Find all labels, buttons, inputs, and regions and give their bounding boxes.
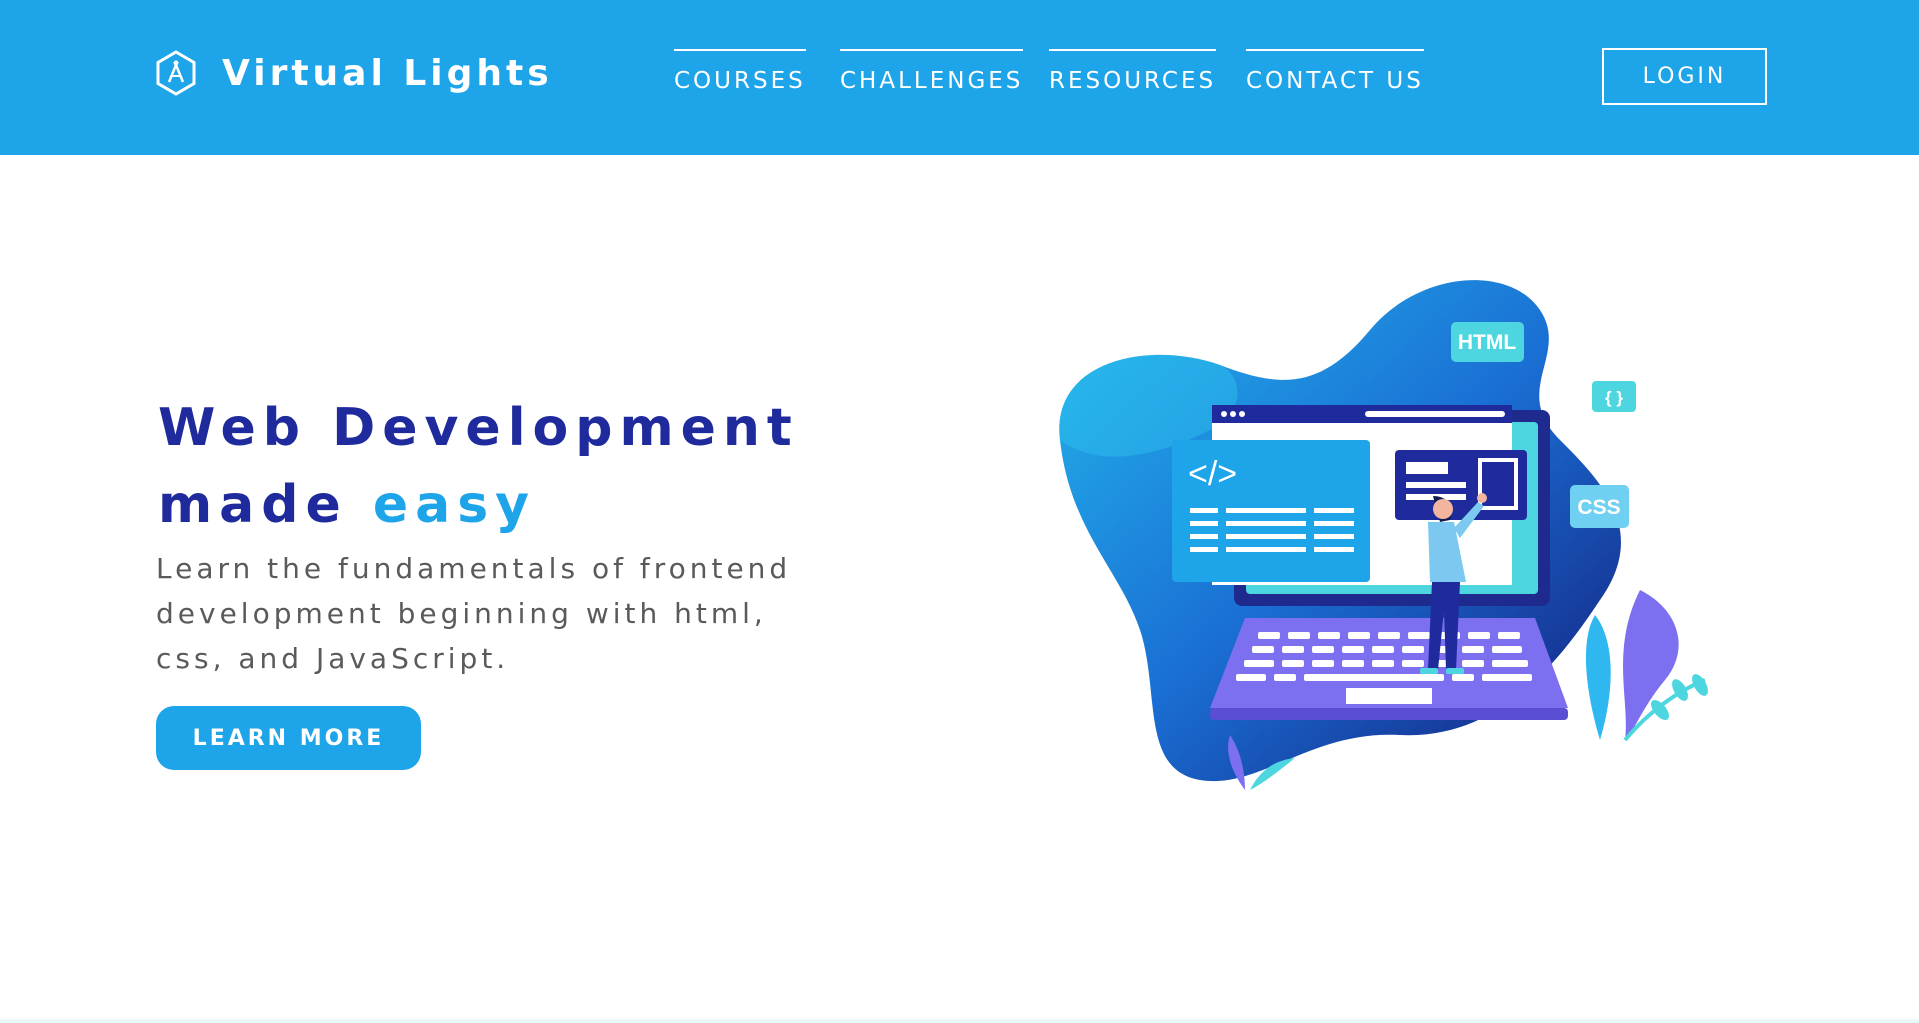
hero-title-accent: easy: [372, 475, 537, 535]
hexagon-compass-logo-icon: [156, 50, 196, 96]
css-tag-icon: CSS: [1570, 485, 1629, 528]
hero-title-line2: made easy: [158, 467, 799, 544]
hero-title-prefix: made: [158, 475, 348, 535]
braces-tag-icon: { }: [1592, 381, 1636, 412]
nav-item-challenges[interactable]: CHALLENGES: [840, 49, 1024, 95]
css-tag-label: CSS: [1577, 496, 1620, 519]
brand-name: Virtual Lights: [222, 52, 553, 94]
hero-title: Web Development made easy: [158, 390, 799, 544]
nav-item-contact-us[interactable]: CONTACT US: [1246, 49, 1424, 95]
code-symbol-label: </>: [1188, 455, 1237, 493]
hero-title-line1: Web Development: [158, 398, 799, 458]
site-header: Virtual Lights COURSES CHALLENGES RESOUR…: [0, 0, 1919, 155]
hero-description: Learn the fundamentals of frontend devel…: [156, 552, 792, 675]
nav-item-resources[interactable]: RESOURCES: [1049, 49, 1217, 95]
web-dev-illustration: HTML { } CSS </>: [1059, 280, 1708, 790]
learn-more-button[interactable]: LEARN MORE: [156, 706, 421, 770]
brand[interactable]: Virtual Lights: [155, 50, 553, 96]
html-tag-label: HTML: [1458, 331, 1516, 354]
bottom-divider: [0, 1019, 1919, 1023]
login-button[interactable]: LOGIN: [1602, 48, 1767, 105]
braces-tag-label: { }: [1605, 388, 1623, 407]
html-tag-icon: HTML: [1451, 322, 1524, 362]
nav-item-courses[interactable]: COURSES: [674, 49, 806, 95]
